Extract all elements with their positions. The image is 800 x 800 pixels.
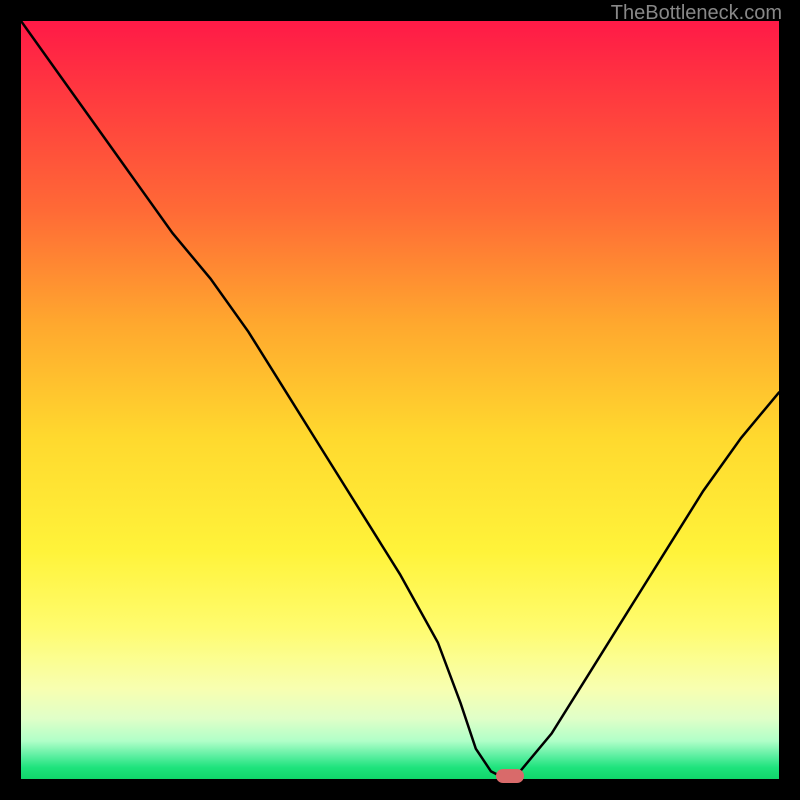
optimum-marker	[496, 769, 524, 783]
watermark-text: TheBottleneck.com	[611, 2, 782, 25]
bottleneck-curve-line	[21, 21, 779, 779]
chart-line-svg	[21, 21, 779, 779]
chart-plot-area	[21, 21, 779, 779]
